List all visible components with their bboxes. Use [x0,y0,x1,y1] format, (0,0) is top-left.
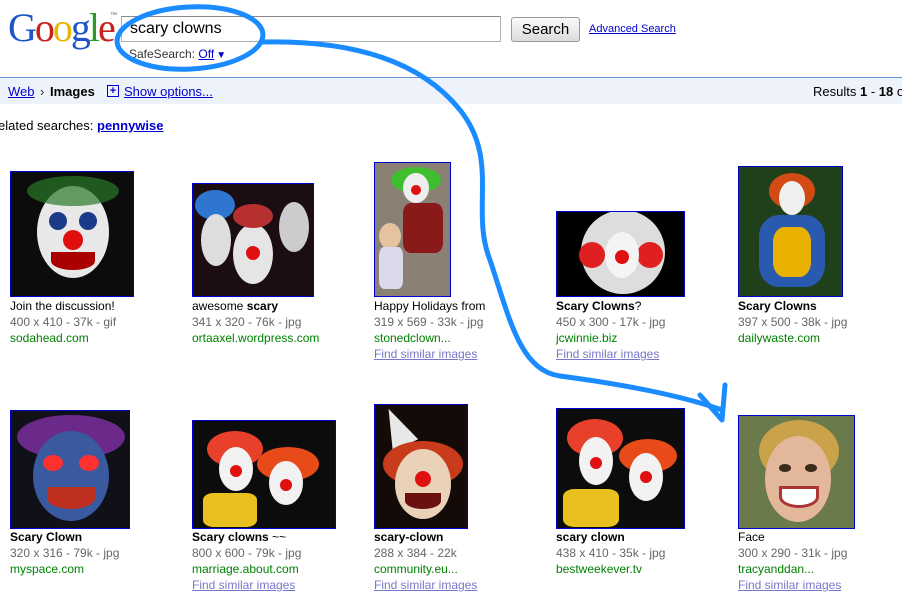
result-thumbnail[interactable] [10,410,130,529]
result-domain: ortaaxel.wordpress.com [192,331,320,345]
result-caption: Scary Clowns 397 x 500 - 38k - jpg daily… [738,298,847,346]
result-domain: tracyanddan... [738,562,815,576]
result-thumbnail[interactable] [556,408,685,529]
result-title[interactable]: Face [738,529,847,545]
dropdown-arrow-icon[interactable]: ▼ [216,50,226,61]
result-title[interactable]: Scary clowns ~~ [192,529,301,545]
result-meta: 800 x 600 - 79k - jpg [192,546,302,560]
result-thumbnail[interactable] [192,420,336,529]
annotation-arrowhead [697,382,728,423]
find-similar-link[interactable]: Find similar images [192,577,301,593]
result-meta: 400 x 410 - 37k - gif [10,315,117,329]
result-domain: marriage.about.com [192,562,299,576]
result-domain: sodahead.com [10,331,89,345]
result-title[interactable]: Scary Clown [10,529,119,545]
result-title[interactable]: awesome scary [192,298,319,314]
result-caption: Happy Holidays from 319 x 569 - 33k - jp… [374,298,485,362]
logo-trademark: ™ [110,12,117,19]
result-caption: scary clown 438 x 410 - 35k - jpg bestwe… [556,529,665,577]
result-title[interactable]: Happy Holidays from [374,298,485,314]
result-caption: Scary Clowns? 450 x 300 - 17k - jpg jcwi… [556,298,665,362]
result-caption: Join the discussion! 400 x 410 - 37k - g… [10,298,116,346]
result-domain: dailywaste.com [738,331,821,345]
related-searches-label: elated searches: [0,118,98,133]
result-title[interactable]: Scary Clowns? [556,298,665,314]
result-caption: Face 300 x 290 - 31k - jpg tracyanddan..… [738,529,847,593]
plus-icon[interactable]: + [107,85,119,97]
safesearch-setting: SafeSearch: Off ▼ [129,47,226,61]
result-domain: bestweekever.tv [556,562,643,576]
result-meta: 288 x 384 - 22k [374,546,457,560]
result-meta: 397 x 500 - 38k - jpg [738,315,848,329]
find-similar-link[interactable]: Find similar images [738,577,847,593]
find-similar-link[interactable]: Find similar images [374,577,477,593]
result-thumbnail[interactable] [738,415,855,529]
result-title[interactable]: scary clown [556,529,665,545]
result-title[interactable]: scary-clown [374,529,477,545]
web-tab-link[interactable]: Web [8,84,35,99]
safesearch-label: SafeSearch: [129,47,196,61]
images-tab-label: Images [50,84,95,99]
result-thumbnail[interactable] [556,211,685,297]
result-domain: community.eu... [374,562,458,576]
search-button[interactable]: Search [511,17,580,42]
results-bar: Web › Images + Show options... Results 1… [0,77,902,104]
advanced-search-link[interactable]: Advanced Search [589,23,676,35]
related-search-link[interactable]: pennywise [97,118,163,133]
google-logo[interactable]: Google [8,8,116,48]
find-similar-link[interactable]: Find similar images [556,346,665,362]
breadcrumb-separator: › [40,84,45,99]
result-thumbnail[interactable] [738,166,843,297]
find-similar-link[interactable]: Find similar images [374,346,485,362]
result-domain: myspace.com [10,562,85,576]
result-meta: 320 x 316 - 79k - jpg [10,546,120,560]
result-meta: 450 x 300 - 17k - jpg [556,315,666,329]
result-thumbnail[interactable] [374,162,451,297]
show-options-link[interactable]: Show options... [124,84,213,99]
result-caption: awesome scary 341 x 320 - 76k - jpg orta… [192,298,319,346]
result-domain: stonedclown... [374,331,451,345]
result-caption: scary-clown 288 x 384 - 22k community.eu… [374,529,477,593]
result-meta: 300 x 290 - 31k - jpg [738,546,848,560]
result-title[interactable]: Join the discussion! [10,298,116,314]
result-thumbnail[interactable] [192,183,314,297]
safesearch-value-link[interactable]: Off [198,47,214,61]
result-caption: Scary Clown 320 x 316 - 79k - jpg myspac… [10,529,119,577]
related-searches: elated searches: pennywise [0,118,163,133]
result-domain: jcwinnie.biz [556,331,618,345]
result-thumbnail[interactable] [374,404,468,529]
results-count: Results 1 - 18 o [813,84,902,99]
result-meta: 438 x 410 - 35k - jpg [556,546,666,560]
result-title[interactable]: Scary Clowns [738,298,847,314]
result-meta: 319 x 569 - 33k - jpg [374,315,484,329]
result-caption: Scary clowns ~~ 800 x 600 - 79k - jpg ma… [192,529,301,593]
result-thumbnail[interactable] [10,171,134,297]
search-input[interactable] [121,16,501,42]
result-meta: 341 x 320 - 76k - jpg [192,315,302,329]
